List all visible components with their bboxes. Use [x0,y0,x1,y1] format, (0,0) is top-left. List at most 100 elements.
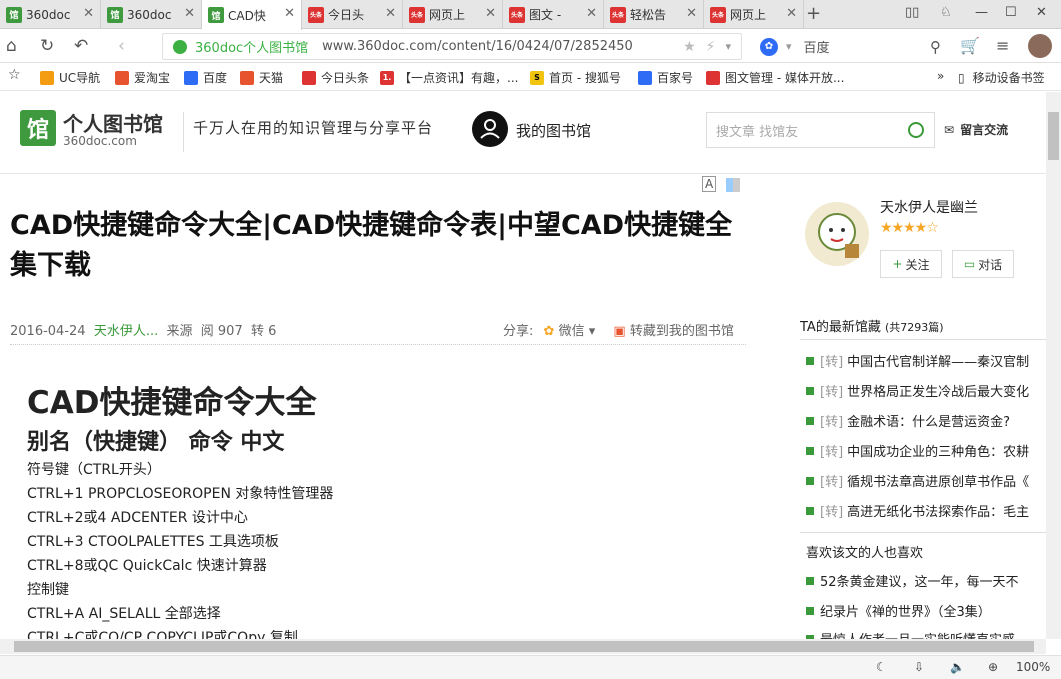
back-icon[interactable]: ‹ [118,36,125,56]
close-tab-icon[interactable]: ✕ [586,6,597,21]
liked-section-title: 喜欢该文的人也喜欢 [806,546,924,561]
color-scheme-icon[interactable] [726,177,741,192]
repost-tag: [转] [820,415,844,430]
list-item-label: 最惊人作者一旦一实能听懂直实感 [820,629,1015,639]
tab-title: 今日头 [328,8,365,22]
bookmark-star-icon[interactable]: ☆ [8,67,21,83]
close-tab-icon[interactable]: ✕ [786,6,797,21]
close-tab-icon[interactable]: ✕ [83,6,94,21]
bookmark-item[interactable]: 爱淘宝 [115,69,170,86]
list-item[interactable]: 纪录片《禅的世界》（全3集） [806,601,1046,620]
wechat-icon[interactable]: ✿ [544,324,555,339]
list-item[interactable]: [转] 高进无纸化书法探索作品：毛主 [806,501,1046,520]
chat-button[interactable]: ▭ 对话 [952,250,1014,278]
search-engine-box[interactable]: ✿ ▾ 百度 ⚲ [752,33,947,60]
repost-tag: [转] [820,445,844,460]
url-field[interactable]: 360doc个人图书馆 www.360doc.com/content/16/04… [162,33,742,60]
list-item[interactable]: 最惊人作者一旦一实能听懂直实感 [806,629,1046,639]
bookmark-item[interactable]: 天猫 [240,69,283,86]
close-window-icon[interactable]: ✕ [1036,5,1047,20]
follow-button[interactable]: + 关注 [880,250,942,278]
user-icon[interactable] [472,111,508,147]
download-icon[interactable]: ⇩ [914,660,924,674]
site-search-input[interactable]: 搜文章 找馆友 [706,112,935,148]
browser-tab-active[interactable]: 馆 CAD快 ✕ [202,0,302,30]
browser-tab[interactable]: 头条 网页上 ✕ [403,0,503,29]
list-item[interactable]: [转] 循规书法章高进原创草书作品《 [806,471,1046,490]
content-line: CTRL+8或QC QuickCalc 快速计算器 [27,558,267,574]
bookmark-item[interactable]: 百度 [184,69,227,86]
mobile-bookmarks[interactable]: ▯ 移动设备书签 [958,69,1045,86]
tile-icon[interactable]: ▯▯ [905,5,919,20]
tab-title: 360doc [127,7,171,22]
message-link[interactable]: ✉ 留言交流 [944,121,1008,138]
bookmark-item[interactable]: 百家号 [638,69,693,86]
list-item[interactable]: [转] 世界格局正发生冷战后最大变化 [806,381,1046,400]
close-tab-icon[interactable]: ✕ [686,6,697,21]
vertical-scrollbar-thumb[interactable] [1048,112,1059,160]
author-avatar[interactable] [805,202,869,266]
volume-icon[interactable]: 🔈 [950,660,965,674]
list-item[interactable]: [转] 中国古代官制详解——秦汉官制 [806,351,1046,370]
list-item[interactable]: [转] 中国成功企业的三种角色：农耕 [806,441,1046,460]
save-icon: ▣ [613,324,626,339]
star-icon[interactable]: ★ [683,39,696,55]
new-tab-icon[interactable]: + [806,3,821,24]
night-mode-icon[interactable]: ☾ [876,660,887,674]
list-item[interactable]: 52条黄金建议，这一年，每一天不 [806,571,1046,590]
wechat-share[interactable]: 微信 [559,324,585,339]
url-text: www.360doc.com/content/16/0424/07/285245… [322,39,633,54]
zoom-icon[interactable]: ⊕ [988,660,998,674]
list-item-label: 循规书法章高进原创草书作品《 [847,475,1030,490]
zoom-level[interactable]: 100% [1016,660,1050,674]
search-icon[interactable] [908,122,924,138]
logo-icon[interactable]: 馆 [20,110,56,146]
browser-tab[interactable]: 头条 网页上 ✕ [704,0,804,29]
browser-tab[interactable]: 头条 图文 - ✕ [503,0,604,29]
vertical-scrollbar[interactable] [1046,92,1061,639]
bookmark-label: 首页 - 搜狐号 [549,71,621,85]
close-tab-icon[interactable]: ✕ [385,6,396,21]
browser-tab[interactable]: 馆 360doc ✕ [0,0,101,29]
bookmarks-more[interactable]: » [937,69,944,83]
lightning-icon[interactable]: ⚡ [706,39,716,55]
tab-title: CAD快 [228,8,266,23]
bookmark-item[interactable]: 今日头条 [302,69,369,86]
bookmark-item[interactable]: 1. 【一点资讯】有趣，... [380,69,518,86]
bookmark-item[interactable]: UC导航 [40,69,100,86]
bullet-icon [806,476,814,485]
home-icon[interactable]: ⌂ [6,36,17,56]
user-avatar[interactable] [1028,34,1052,58]
author-name[interactable]: 天水伊人是幽兰 [880,197,978,217]
chevron-down-icon[interactable]: ▾ [589,324,596,339]
chevron-down-icon[interactable]: ▾ [786,40,792,53]
browser-tab[interactable]: 头条 轻松告 ✕ [604,0,704,29]
close-tab-icon[interactable]: ✕ [284,6,295,21]
browser-tab[interactable]: 馆 360doc ✕ [101,0,202,29]
favicon-icon: 馆 [208,7,224,23]
logo-title[interactable]: 个人图书馆 [63,108,163,137]
skin-icon[interactable]: ♘ [940,5,952,20]
bookmark-icon [240,70,254,85]
tab-title: 网页上 [730,8,767,22]
search-icon[interactable]: ⚲ [930,38,941,56]
browser-tab[interactable]: 头条 今日头 ✕ [302,0,403,29]
author-link[interactable]: 天水伊人... [94,324,158,339]
minimize-icon[interactable]: — [975,5,988,20]
close-tab-icon[interactable]: ✕ [184,6,195,21]
close-tab-icon[interactable]: ✕ [485,6,496,21]
my-library-link[interactable]: 我的图书馆 [516,120,591,141]
chevron-down-icon[interactable]: ▾ [725,40,731,53]
cart-icon[interactable]: 🛒 [960,36,980,55]
font-size-icon[interactable]: A [702,176,717,192]
menu-icon[interactable]: ≡ [996,36,1009,55]
maximize-icon[interactable]: ☐ [1005,5,1017,20]
list-item[interactable]: [转] 金融术语：什么是营运资金? [806,411,1046,430]
refresh-icon[interactable]: ↻ [40,36,54,56]
bookmark-item[interactable]: 图文管理 - 媒体开放... [706,69,844,86]
bookmark-item[interactable]: S 首页 - 搜狐号 [530,69,621,86]
save-to-library[interactable]: 转藏到我的图书馆 [630,324,734,339]
bookmark-icon [302,70,316,85]
horizontal-scrollbar-thumb[interactable] [14,641,1034,652]
undo-close-icon[interactable]: ↶ [74,36,88,56]
